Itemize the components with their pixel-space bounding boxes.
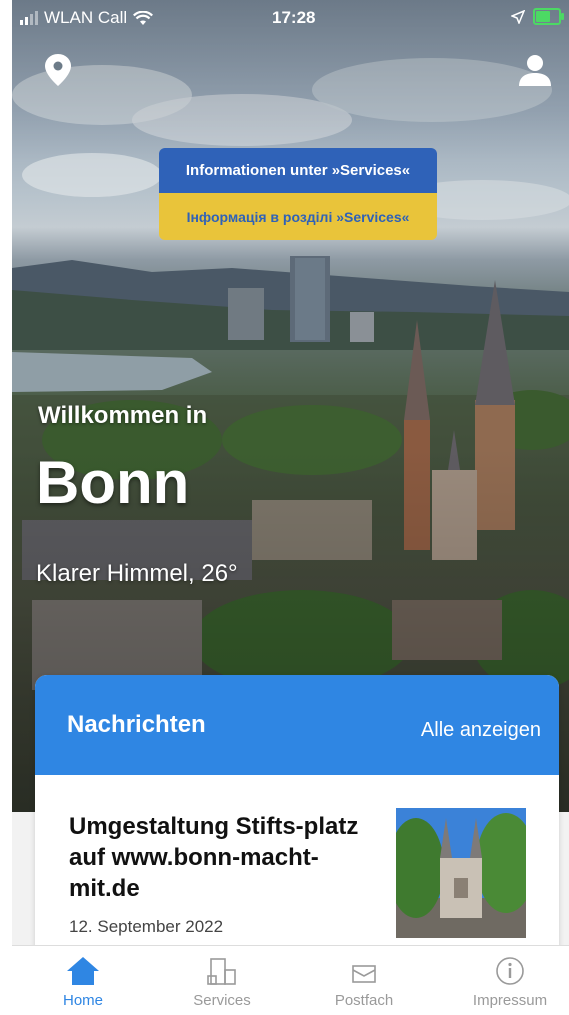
- carrier-label: WLAN Call: [44, 8, 128, 27]
- article-thumbnail-image: [396, 808, 526, 938]
- battery-icon: [533, 8, 564, 25]
- app-screen: WLAN Call 17:28 Informationen unter »Ser…: [12, 0, 569, 1015]
- tab-impressum-label: Impressum: [472, 992, 548, 1009]
- news-header: Nachrichten Alle anzeigen: [35, 675, 559, 775]
- news-section-title: Nachrichten: [67, 711, 206, 738]
- tab-impressum[interactable]: Impressum: [450, 952, 569, 1014]
- location-arrow-icon: [511, 9, 525, 24]
- tab-home[interactable]: Home: [23, 952, 143, 1014]
- signal-icon: [20, 11, 38, 25]
- banner-line-german: Informationen unter »Services«: [159, 148, 437, 193]
- home-icon: [67, 957, 99, 985]
- news-article-item[interactable]: Umgestaltung Stifts-platz auf www.bonn-m…: [35, 775, 559, 965]
- mailbox-icon: [352, 965, 376, 983]
- tab-services-label: Services: [193, 992, 251, 1009]
- article-title: Umgestaltung Stifts-platz auf www.bonn-m…: [69, 813, 359, 902]
- welcome-text: Willkommen in: [38, 402, 208, 429]
- wifi-icon: [133, 10, 154, 25]
- user-profile-icon[interactable]: [517, 52, 553, 88]
- services-icon: [207, 958, 236, 985]
- status-time: 17:28: [272, 8, 316, 27]
- banner-line-ukrainian: Інформація в розділі »Services«: [159, 193, 437, 240]
- article-date: 12. September 2022: [69, 917, 224, 936]
- tab-services[interactable]: Services: [162, 952, 282, 1014]
- tab-home-label: Home: [62, 992, 103, 1009]
- weather-summary: Klarer Himmel, 26°: [36, 560, 238, 587]
- news-card: Nachrichten Alle anzeigen Umgestaltung S…: [35, 675, 559, 965]
- info-icon: [496, 957, 524, 985]
- tab-postfach[interactable]: Postfach: [304, 952, 424, 1014]
- tab-postfach-label: Postfach: [334, 992, 394, 1009]
- tab-bar: Home Services Postfach Impressum: [12, 945, 569, 1015]
- services-info-banner[interactable]: Informationen unter »Services« Інформаці…: [159, 148, 437, 240]
- location-pin-icon[interactable]: [40, 52, 76, 88]
- city-name: Bonn: [36, 449, 190, 516]
- show-all-news-link[interactable]: Alle anzeigen: [421, 719, 541, 742]
- status-bar: WLAN Call 17:28: [12, 6, 569, 36]
